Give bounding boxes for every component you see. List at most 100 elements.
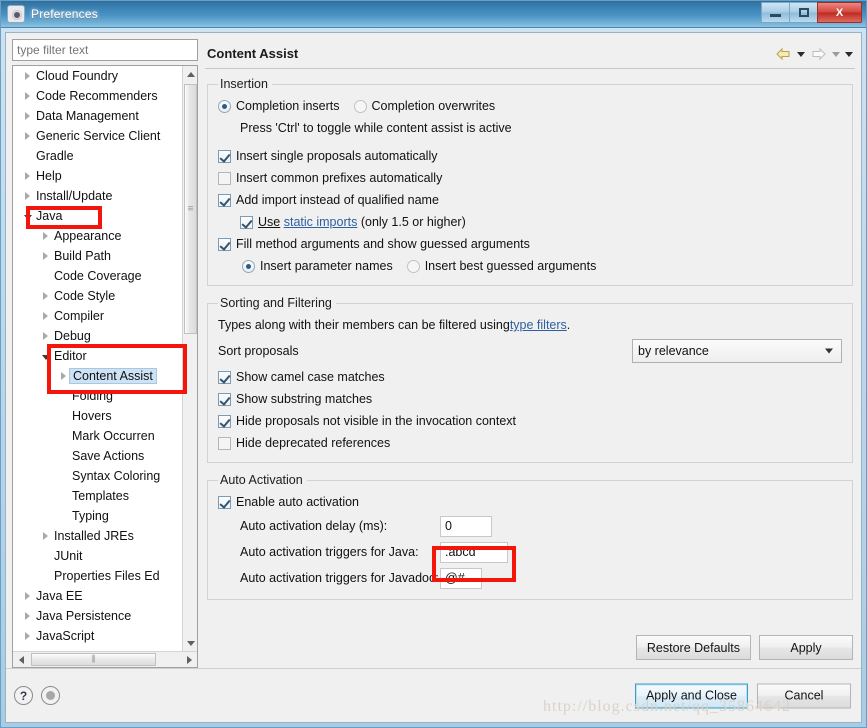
fill-method-arguments-checkbox[interactable] xyxy=(218,237,231,251)
tree-item-javascript[interactable]: JavaScript xyxy=(13,626,182,646)
tree-expand-arrow-right-icon[interactable] xyxy=(21,106,34,126)
tree-horizontal-scrollbar[interactable] xyxy=(13,651,197,667)
insert-common-prefixes-label[interactable]: Insert common prefixes automatically xyxy=(236,171,442,185)
scroll-up-icon[interactable] xyxy=(183,66,197,82)
view-menu-chevron-down-icon[interactable] xyxy=(845,51,853,57)
tree-item-appearance[interactable]: Appearance xyxy=(13,226,182,246)
tree-expand-arrow-right-icon[interactable] xyxy=(21,126,34,146)
tree-expand-arrow-right-icon[interactable] xyxy=(21,86,34,106)
tree-expand-arrow-right-icon[interactable] xyxy=(39,526,52,546)
tree-item-syntax-coloring[interactable]: Syntax Coloring xyxy=(13,466,182,486)
tree-vertical-scrollbar[interactable] xyxy=(182,66,197,651)
enable-auto-activation-checkbox[interactable] xyxy=(218,495,231,509)
tree-item-content-assist[interactable]: Content Assist xyxy=(13,366,182,386)
tree-item-mark-occurren[interactable]: Mark Occurren xyxy=(13,426,182,446)
insert-best-guessed-label[interactable]: Insert best guessed arguments xyxy=(425,259,597,273)
apply-button[interactable]: Apply xyxy=(759,635,853,660)
tree-expand-arrow-right-icon[interactable] xyxy=(39,286,52,306)
type-filters-link[interactable]: type filters xyxy=(510,318,567,332)
completion-overwrites-label[interactable]: Completion overwrites xyxy=(372,99,496,113)
tree-expand-arrow-right-icon[interactable] xyxy=(21,626,34,646)
tree-item-junit[interactable]: JUnit xyxy=(13,546,182,566)
hide-deprecated-checkbox[interactable] xyxy=(218,436,231,450)
tree-expand-arrow-down-icon[interactable] xyxy=(39,346,52,366)
tree-expand-arrow-right-icon[interactable] xyxy=(39,326,52,346)
tree-item-gradle[interactable]: Gradle xyxy=(13,146,182,166)
tree-item-java-ee[interactable]: Java EE xyxy=(13,586,182,606)
tree-expand-arrow-right-icon[interactable] xyxy=(39,306,52,326)
use-static-imports-checkbox[interactable] xyxy=(240,215,253,229)
tree-item-installed-jres[interactable]: Installed JREs xyxy=(13,526,182,546)
tree-item-data-management[interactable]: Data Management xyxy=(13,106,182,126)
enable-auto-activation-label[interactable]: Enable auto activation xyxy=(236,495,359,509)
tree-item-help[interactable]: Help xyxy=(13,166,182,186)
insert-parameter-names-radio[interactable] xyxy=(242,259,255,273)
tree-item-compiler[interactable]: Compiler xyxy=(13,306,182,326)
tree-item-properties-files-ed[interactable]: Properties Files Ed xyxy=(13,566,182,586)
tree-item-save-actions[interactable]: Save Actions xyxy=(13,446,182,466)
show-camel-case-label[interactable]: Show camel case matches xyxy=(236,370,385,384)
filter-input[interactable] xyxy=(12,39,198,61)
insert-single-proposals-checkbox[interactable] xyxy=(218,149,231,163)
tree-item-typing[interactable]: Typing xyxy=(13,506,182,526)
question-mark-icon[interactable]: ? xyxy=(14,686,33,705)
restore-defaults-button[interactable]: Restore Defaults xyxy=(635,635,751,660)
tree-item-editor[interactable]: Editor xyxy=(13,346,182,366)
tree-item-generic-service-client[interactable]: Generic Service Client xyxy=(13,126,182,146)
close-button[interactable]: X xyxy=(817,2,862,23)
minimize-button[interactable] xyxy=(761,2,790,23)
maximize-button[interactable] xyxy=(789,2,818,23)
insert-common-prefixes-checkbox[interactable] xyxy=(218,171,231,185)
scroll-down-icon[interactable] xyxy=(183,635,197,651)
tree-horizontal-scroll-thumb[interactable] xyxy=(31,653,156,666)
tree-item-folding[interactable]: Folding xyxy=(13,386,182,406)
back-history-chevron-down-icon[interactable] xyxy=(797,51,805,57)
tree-expand-arrow-right-icon[interactable] xyxy=(21,586,34,606)
tree-item-install-update[interactable]: Install/Update xyxy=(13,186,182,206)
add-import-label[interactable]: Add import instead of qualified name xyxy=(236,193,439,207)
tree-item-code-coverage[interactable]: Code Coverage xyxy=(13,266,182,286)
tree-item-debug[interactable]: Debug xyxy=(13,326,182,346)
tree-expand-arrow-right-icon[interactable] xyxy=(21,66,34,86)
tree-item-code-recommenders[interactable]: Code Recommenders xyxy=(13,86,182,106)
tree-item-java-persistence[interactable]: Java Persistence xyxy=(13,606,182,626)
tree-item-code-style[interactable]: Code Style xyxy=(13,286,182,306)
static-imports-link[interactable]: static imports xyxy=(284,215,358,229)
tree-expand-arrow-right-icon[interactable] xyxy=(39,226,52,246)
tree-item-hovers[interactable]: Hovers xyxy=(13,406,182,426)
fill-method-arguments-label[interactable]: Fill method arguments and show guessed a… xyxy=(236,237,530,251)
insert-parameter-names-label[interactable]: Insert parameter names xyxy=(260,259,393,273)
show-substring-label[interactable]: Show substring matches xyxy=(236,392,372,406)
tree-expand-arrow-right-icon[interactable] xyxy=(21,186,34,206)
hide-deprecated-label[interactable]: Hide deprecated references xyxy=(236,436,390,450)
tree-expand-arrow-right-icon[interactable] xyxy=(21,166,34,186)
hide-not-visible-label[interactable]: Hide proposals not visible in the invoca… xyxy=(236,414,516,428)
show-substring-checkbox[interactable] xyxy=(218,392,231,406)
auto-activation-delay-input[interactable] xyxy=(440,515,492,537)
tree-item-cloud-foundry[interactable]: Cloud Foundry xyxy=(13,66,182,86)
tree-expand-arrow-right-icon[interactable] xyxy=(39,246,52,266)
completion-inserts-radio[interactable] xyxy=(218,99,231,113)
completion-inserts-label[interactable]: Completion inserts xyxy=(236,99,340,113)
grey-dot-icon[interactable] xyxy=(41,686,60,705)
insert-best-guessed-radio[interactable] xyxy=(406,259,420,273)
auto-activation-javadoc-input[interactable] xyxy=(440,567,482,589)
show-camel-case-checkbox[interactable] xyxy=(218,370,231,384)
apply-and-close-button[interactable]: Apply and Close xyxy=(634,683,748,708)
insert-single-proposals-label[interactable]: Insert single proposals automatically xyxy=(236,149,438,163)
tree-expand-arrow-down-icon[interactable] xyxy=(21,206,34,226)
tree-expand-arrow-right-icon[interactable] xyxy=(21,606,34,626)
scroll-left-icon[interactable] xyxy=(13,652,29,667)
tree-item-build-path[interactable]: Build Path xyxy=(13,246,182,266)
add-import-checkbox[interactable] xyxy=(218,193,231,207)
auto-activation-java-input[interactable] xyxy=(440,541,508,563)
tree-item-java[interactable]: Java xyxy=(13,206,182,226)
tree-item-templates[interactable]: Templates xyxy=(13,486,182,506)
hide-not-visible-checkbox[interactable] xyxy=(218,414,231,428)
sort-proposals-select[interactable]: by relevance xyxy=(632,339,842,363)
scroll-right-icon[interactable] xyxy=(181,652,197,667)
completion-overwrites-radio[interactable] xyxy=(353,99,367,113)
cancel-button[interactable]: Cancel xyxy=(757,683,851,708)
back-arrow-icon[interactable] xyxy=(775,47,792,61)
tree-vertical-scroll-thumb[interactable] xyxy=(184,84,197,334)
